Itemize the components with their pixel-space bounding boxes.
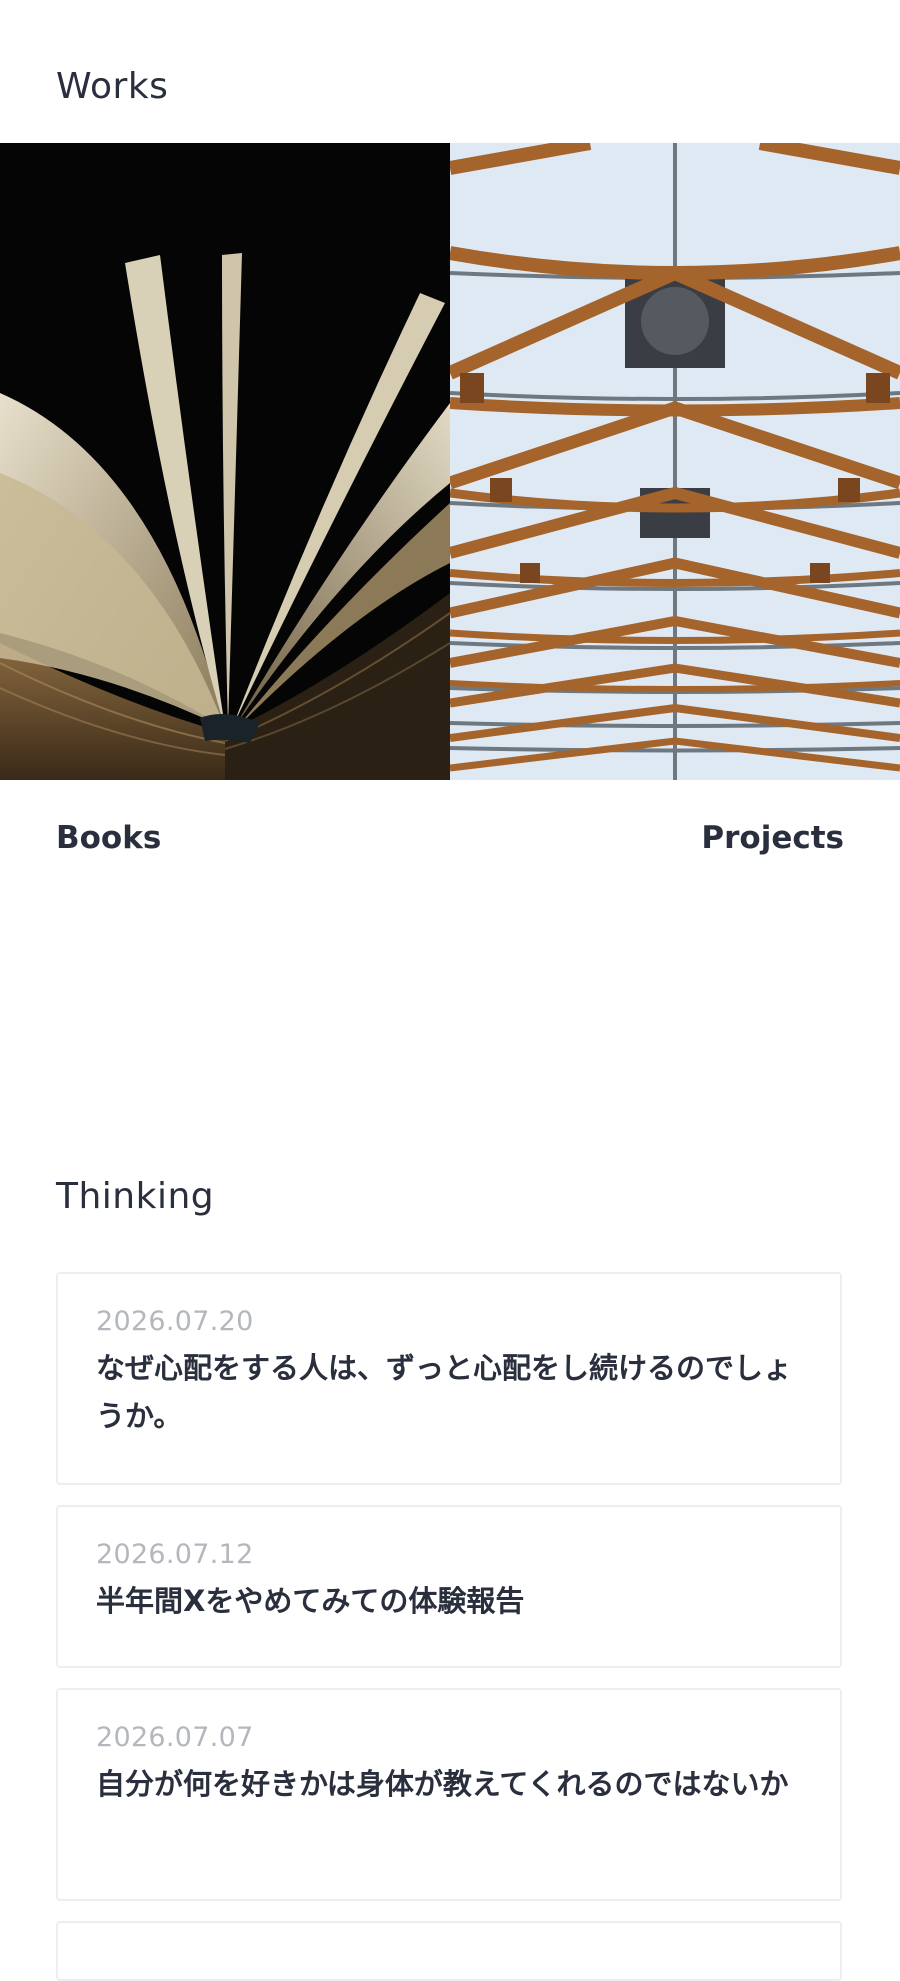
post-title: なぜ心配をする人は、ずっと心配をし続けるのでしょうか。: [96, 1351, 793, 1434]
post-card[interactable]: 2026.07.12 半年間Xをやめてみての体験報告: [56, 1505, 842, 1668]
books-image[interactable]: [0, 143, 450, 780]
post-title: 半年間Xをやめてみての体験報告: [96, 1584, 525, 1619]
post-card[interactable]: 2026.07.20 なぜ心配をする人は、ずっと心配をし続けるのでしょうか。: [56, 1272, 842, 1485]
post-card[interactable]: 2026.07.07 自分が何を好きかは身体が教えてくれるのではないか: [56, 1688, 842, 1901]
post-title: 自分が何を好きかは身体が教えてくれるのではないか: [96, 1767, 789, 1802]
open-book-photo: [0, 143, 450, 780]
books-link[interactable]: Books: [56, 820, 161, 856]
post-date: 2026.07.12: [96, 1539, 254, 1570]
post-date: 2026.07.07: [96, 1722, 254, 1753]
post-date: 2026.07.20: [96, 1306, 254, 1337]
projects-link[interactable]: Projects: [701, 820, 844, 856]
works-section-title: Works: [56, 66, 169, 107]
projects-image[interactable]: [450, 143, 900, 780]
thinking-section-title: Thinking: [56, 1176, 215, 1217]
post-card-partial[interactable]: [56, 1921, 842, 1981]
roof-trusses-photo: [450, 143, 900, 780]
works-grid: [0, 143, 900, 780]
